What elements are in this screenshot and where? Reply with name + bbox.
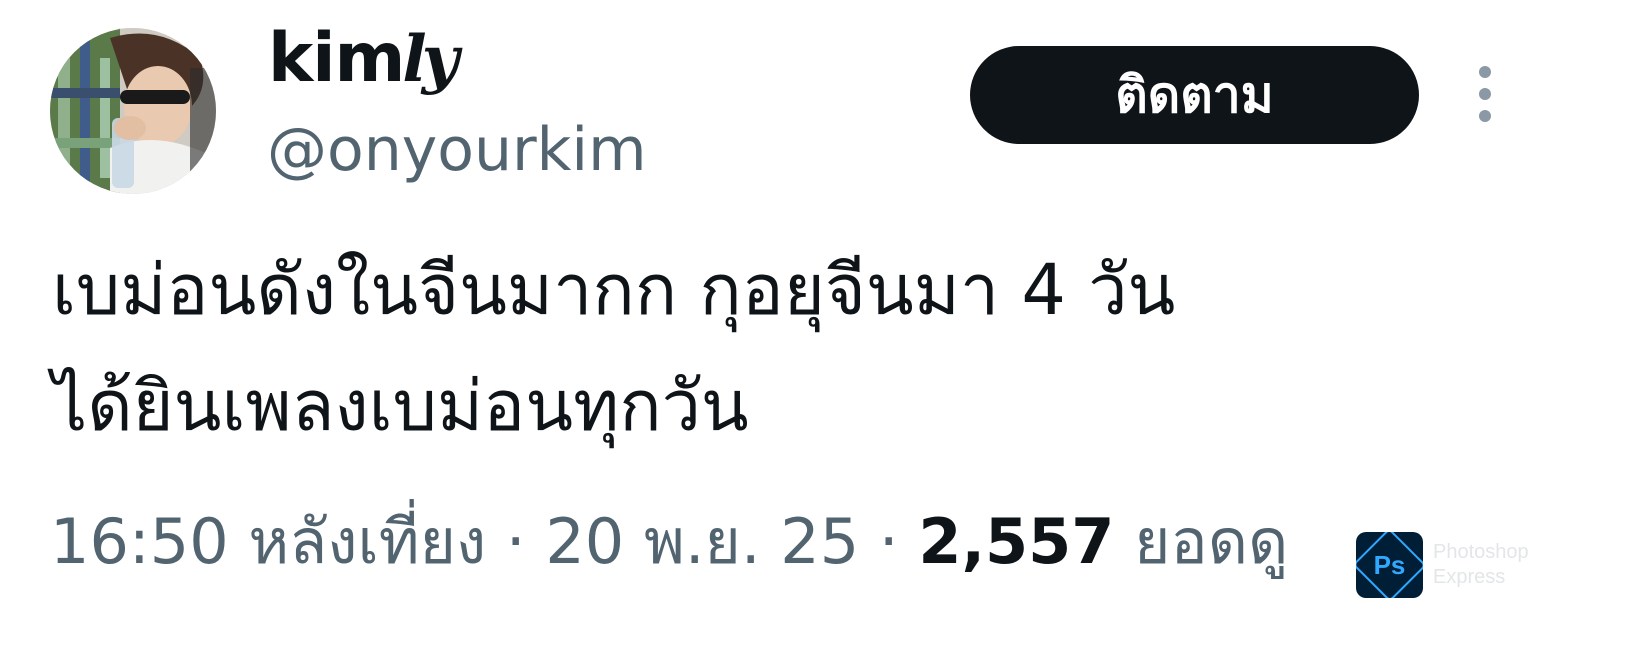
more-dot bbox=[1479, 66, 1491, 78]
avatar[interactable] bbox=[50, 28, 216, 194]
avatar-photo bbox=[50, 28, 216, 194]
more-vertical-icon[interactable] bbox=[1461, 62, 1509, 126]
watermark-line: Express bbox=[1433, 566, 1506, 588]
display-name[interactable]: kimly bbox=[268, 14, 459, 104]
tweet-text: เบม่อนดังในจีนมากก กุอยุจีนมา 4 วัน ได้ย… bbox=[52, 232, 1492, 464]
meta-separator: · bbox=[878, 505, 899, 578]
photoshop-express-icon: Ps bbox=[1356, 532, 1423, 598]
more-dot bbox=[1479, 88, 1491, 100]
watermark-line: Photoshop bbox=[1433, 541, 1529, 563]
tweet-line: ได้ยินเพลงเบม่อนทุกวัน bbox=[52, 365, 749, 447]
ps-badge-text: Ps bbox=[1374, 550, 1406, 580]
views-label: ยอดดู bbox=[1134, 505, 1289, 578]
views-count: 2,557 bbox=[918, 505, 1115, 578]
handle[interactable]: @onyourkim bbox=[267, 112, 647, 188]
watermark-label: Photoshop Express bbox=[1433, 540, 1553, 590]
display-name-script: ly bbox=[402, 22, 458, 97]
meta-separator: · bbox=[505, 505, 526, 578]
tweet-meta: 16:50 หลังเที่ยง · 20 พ.ย. 25 · 2,557 ยอ… bbox=[50, 500, 1288, 584]
more-dot bbox=[1479, 110, 1491, 122]
tweet-date[interactable]: 20 พ.ย. 25 bbox=[545, 505, 859, 578]
follow-button[interactable]: ติดตาม bbox=[970, 46, 1419, 144]
tweet-time[interactable]: 16:50 หลังเที่ยง bbox=[50, 505, 486, 578]
display-name-main: kim bbox=[268, 19, 405, 98]
photoshop-express-logo: Ps bbox=[1356, 532, 1423, 598]
tweet-line: เบม่อนดังในจีนมากก กุอยุจีนมา 4 วัน bbox=[52, 249, 1176, 331]
